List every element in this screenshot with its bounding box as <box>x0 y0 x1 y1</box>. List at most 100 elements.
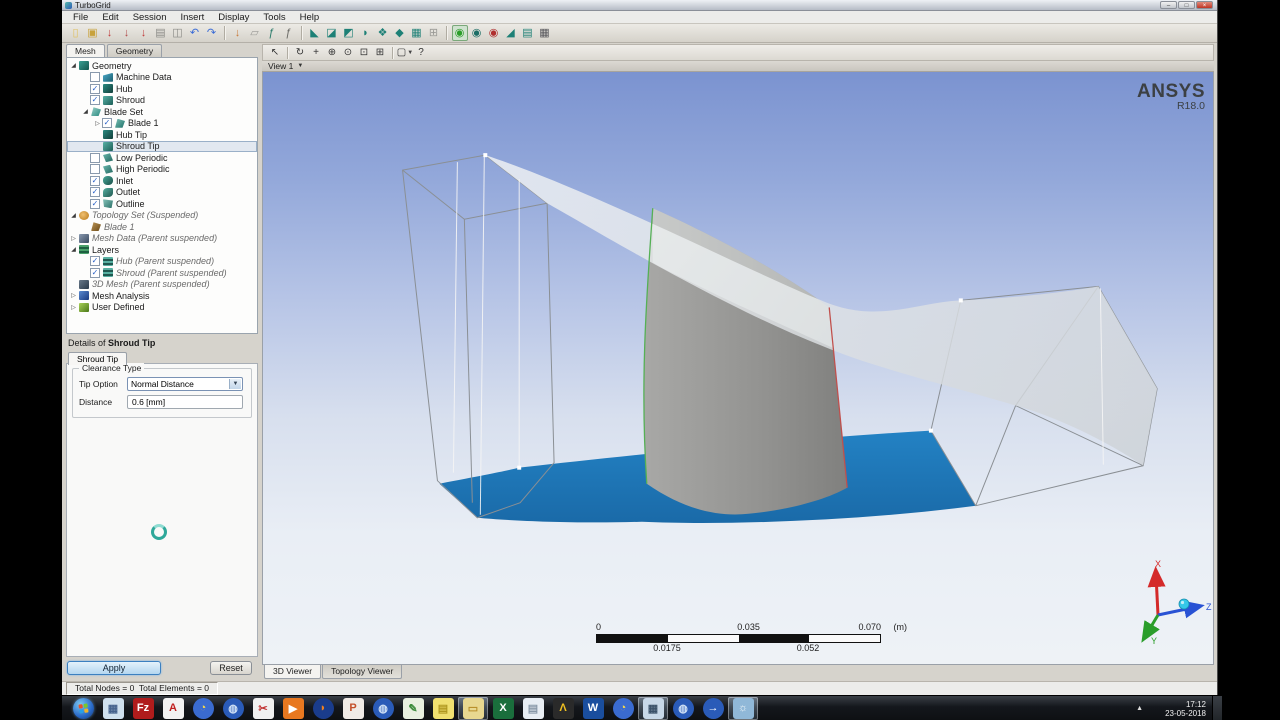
menu-file[interactable]: File <box>66 12 95 23</box>
blade-view-button[interactable]: ◢ <box>503 25 519 41</box>
tree-item-geometry[interactable]: ◢ Geometry <box>67 60 257 72</box>
load-state-button[interactable]: ↓ <box>119 25 135 41</box>
zoom-box-button[interactable]: ⊡ <box>357 46 372 60</box>
visibility-checkbox[interactable]: ✓ <box>90 198 100 209</box>
browser-globe[interactable]: ◔ <box>188 697 218 720</box>
view-component-button[interactable]: ◉ <box>486 25 502 41</box>
taskbar-clock[interactable]: 17:12 23-05-2018 <box>1165 700 1206 718</box>
pan-button[interactable]: + <box>309 46 324 60</box>
layers-tool-button[interactable]: ▦ <box>409 25 425 41</box>
calculator-fx-button[interactable]: ƒ <box>264 25 280 41</box>
tree-item-mesh-analysis[interactable]: ▷ Mesh Analysis <box>67 290 257 302</box>
tree-item-3d-mesh-parent-suspended[interactable]: 3D Mesh (Parent suspended) <box>67 279 257 291</box>
session-file-button[interactable]: ▤ <box>153 25 169 41</box>
maximize-button[interactable]: □ <box>1178 1 1195 9</box>
internet-explorer[interactable]: → <box>698 697 728 720</box>
tab-geometry[interactable]: Geometry <box>106 44 163 57</box>
reset-button[interactable]: Reset <box>210 661 252 675</box>
media-player[interactable]: ▶ <box>278 697 308 720</box>
expressions-fx-button[interactable]: ƒ <box>281 25 297 41</box>
zoom-in-button[interactable]: ⊕ <box>325 46 340 60</box>
tab-3d-viewer[interactable]: 3D Viewer <box>264 665 322 679</box>
tree-item-blade-set[interactable]: ◢ Blade Set <box>67 106 257 118</box>
tree-item-hub-parent-suspended[interactable]: ✓ Hub (Parent suspended) <box>67 256 257 268</box>
filezilla[interactable]: Fz <box>128 697 158 720</box>
menu-insert[interactable]: Insert <box>174 12 212 23</box>
app-blue[interactable]: ◍ <box>368 697 398 720</box>
tree-item-layers[interactable]: ◢ Layers <box>67 244 257 256</box>
tree-item-shroud-tip[interactable]: Shroud Tip <box>67 140 257 152</box>
tip-option-select[interactable]: Normal Distance ▼ <box>127 376 243 391</box>
view-machine-button[interactable]: ◉ <box>469 25 485 41</box>
visibility-checkbox[interactable]: ✓ <box>90 83 100 94</box>
tab-mesh[interactable]: Mesh <box>66 44 105 57</box>
shroud-tool-button[interactable]: ◩ <box>341 25 357 41</box>
expander-icon[interactable]: ▷ <box>69 304 78 311</box>
title-bar[interactable]: TurboGrid – □ × <box>62 0 1217 11</box>
tree-item-blade-1[interactable]: ▷ ✓ Blade 1 <box>67 118 257 130</box>
copy-tool-button[interactable]: ⊞ <box>426 25 442 41</box>
tree-item-user-defined[interactable]: ▷ User Defined <box>67 302 257 314</box>
tree-item-blade-1[interactable]: Blade 1 <box>67 221 257 233</box>
blade-3d-tool-button[interactable]: ◆ <box>392 25 408 41</box>
tree-item-shroud-parent-suspended[interactable]: ✓ Shroud (Parent suspended) <box>67 267 257 279</box>
save-state-button[interactable]: ↓ <box>102 25 118 41</box>
viewport-3d[interactable]: ANSYS R18.0 0 0.035 0.070 (m) 0.0175 0.0… <box>262 72 1214 665</box>
excel[interactable]: X <box>488 697 518 720</box>
layer-view-button[interactable]: ▤ <box>520 25 536 41</box>
tree-item-inlet[interactable]: ✓ Inlet <box>67 175 257 187</box>
insert-file-button[interactable]: ▱ <box>247 25 263 41</box>
distance-input[interactable]: 0.6 [mm] <box>127 394 243 409</box>
visibility-checkbox[interactable]: ✓ <box>90 175 100 186</box>
acrobat-reader[interactable]: A <box>158 697 188 720</box>
redo-button[interactable]: ↷ <box>204 25 220 41</box>
tab-shroud-tip[interactable]: Shroud Tip <box>68 352 128 365</box>
tree-item-hub[interactable]: ✓ Hub <box>67 83 257 95</box>
probe-button[interactable]: ? <box>414 46 429 60</box>
rotate-button[interactable]: ↻ <box>293 46 308 60</box>
expander-icon[interactable]: ▷ <box>93 120 102 127</box>
settings-gear[interactable]: ☼ <box>728 696 758 720</box>
ansys-workbench[interactable]: ◍ <box>218 697 248 720</box>
expander-icon[interactable]: ▷ <box>69 292 78 299</box>
visibility-checkbox[interactable]: ✓ <box>90 187 100 198</box>
visibility-checkbox[interactable]: ✓ <box>90 267 100 278</box>
video-app[interactable]: ▦ <box>638 696 668 720</box>
notes-editor[interactable]: ✎ <box>398 697 428 720</box>
expander-icon[interactable]: ◢ <box>69 246 78 253</box>
view-all-button[interactable]: ◉ <box>451 25 468 41</box>
render-mode-button[interactable]: ▢ ▼ <box>397 46 413 60</box>
notepad[interactable]: ▤ <box>518 697 548 720</box>
tree-item-hub-tip[interactable]: Hub Tip <box>67 129 257 141</box>
menu-help[interactable]: Help <box>293 12 327 23</box>
tree-item-outline[interactable]: ✓ Outline <box>67 198 257 210</box>
start-button[interactable] <box>68 697 98 720</box>
word[interactable]: W <box>578 697 608 720</box>
expander-icon[interactable]: ◢ <box>69 62 78 69</box>
view-selector-bar[interactable]: View 1 ▼ <box>262 61 1214 72</box>
undo-button[interactable]: ↶ <box>187 25 203 41</box>
select-cursor-button[interactable]: ↖ <box>268 46 283 60</box>
minimize-button[interactable]: – <box>1160 1 1177 9</box>
run-session-button[interactable]: ↓ <box>230 25 246 41</box>
windows-explorer[interactable]: ▭ <box>458 696 488 720</box>
menu-edit[interactable]: Edit <box>95 12 125 23</box>
tray-expand-icon[interactable]: ▲ <box>1136 705 1143 712</box>
expander-icon[interactable]: ◢ <box>81 108 90 115</box>
fit-view-button[interactable]: ⊞ <box>373 46 388 60</box>
tree-item-low-periodic[interactable]: Low Periodic <box>67 152 257 164</box>
menu-tools[interactable]: Tools <box>256 12 292 23</box>
visibility-checkbox[interactable] <box>90 72 100 83</box>
cascade-tool-button[interactable]: ❖ <box>375 25 391 41</box>
expander-icon[interactable]: ▷ <box>69 235 78 242</box>
visibility-checkbox[interactable] <box>90 164 100 175</box>
new-session-button[interactable]: ▯ <box>68 25 84 41</box>
tree-item-machine-data[interactable]: Machine Data <box>67 72 257 84</box>
ansys-app[interactable]: Λ <box>548 697 578 720</box>
menu-display[interactable]: Display <box>211 12 256 23</box>
snapshot-button[interactable]: ◫ <box>170 25 186 41</box>
browser-globe-2[interactable]: ◔ <box>608 697 638 720</box>
mesh-view-button[interactable]: ▦ <box>537 25 553 41</box>
app-blue-2[interactable]: ◍ <box>668 697 698 720</box>
hub-tool-button[interactable]: ◪ <box>324 25 340 41</box>
